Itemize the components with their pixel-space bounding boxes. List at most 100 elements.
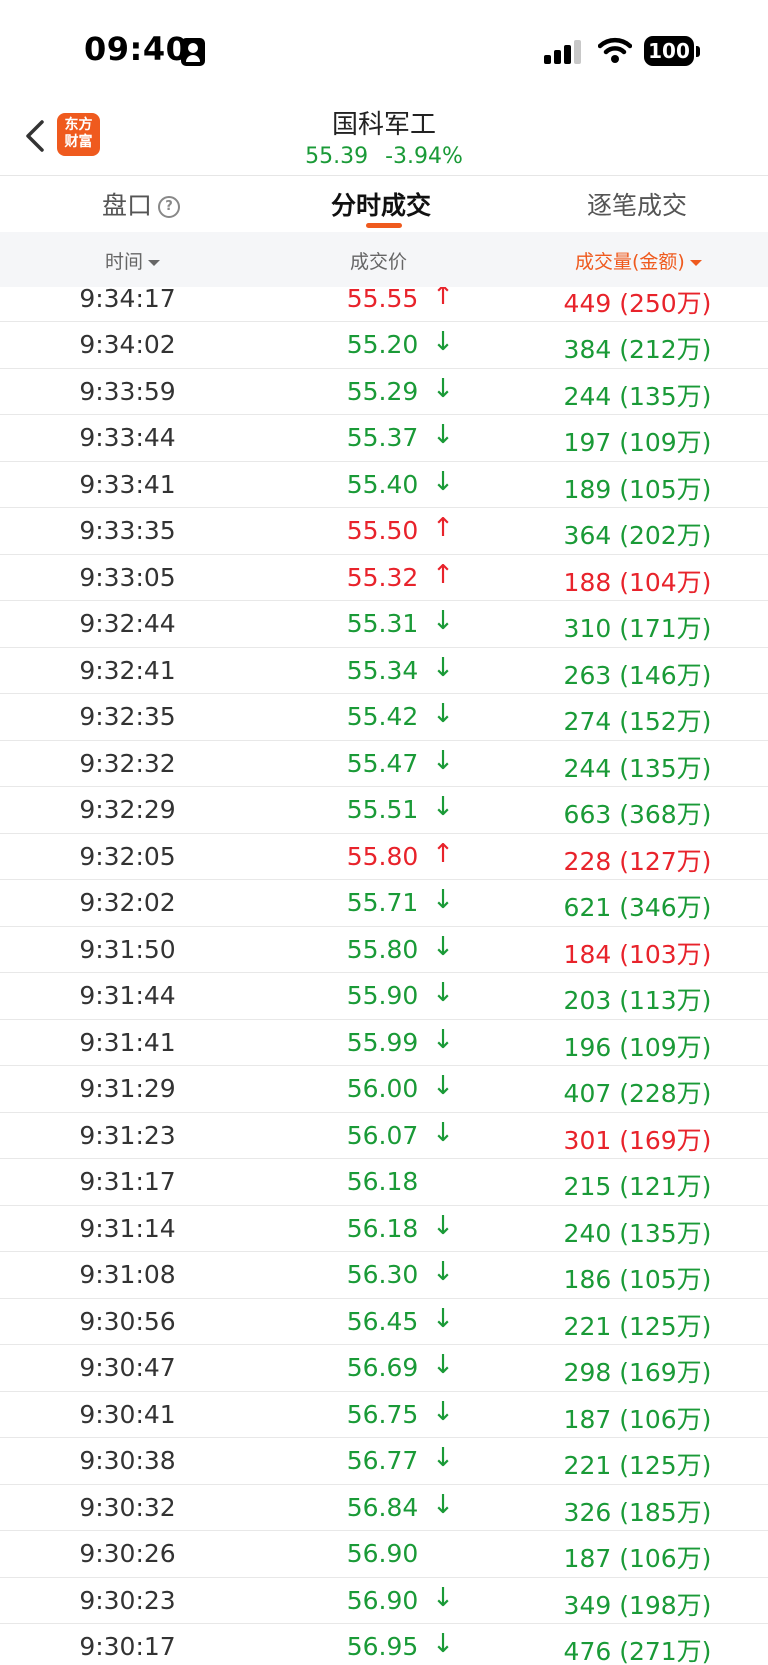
trade-volume: 326 (185万)	[563, 1497, 712, 1527]
table-row: 9:30:47 56.69 ↓ 298 (169万)	[0, 1345, 768, 1392]
arrow-down-icon: ↓	[432, 978, 454, 1008]
arrow-down-icon: ↓	[432, 885, 454, 915]
trade-time: 9:32:35	[79, 702, 176, 731]
trade-volume: 407 (228万)	[563, 1079, 712, 1108]
arrow-up-icon: ↑	[432, 287, 454, 311]
table-row: 9:34:02 55.20 ↓ 384 (212万)	[0, 322, 768, 369]
table-row: 9:31:50 55.80 ↓ 184 (103万)	[0, 927, 768, 973]
table-row: 9:32:02 55.71 ↓ 621 (346万)	[0, 880, 768, 927]
arrow-up-icon: ↑	[432, 559, 454, 590]
column-time-label: 时间	[105, 251, 144, 273]
trade-time: 9:33:35	[79, 516, 176, 545]
table-row: 9:33:35 55.50 ↑ 364 (202万)	[0, 508, 768, 555]
table-row: 9:31:41 55.99 ↓ 196 (109万)	[0, 1020, 768, 1066]
nav-bar: 东方 财富 国科军工 55.39 -3.94%	[0, 100, 768, 175]
arrow-down-icon: ↓	[432, 466, 454, 497]
trade-volume: 364 (202万)	[563, 521, 712, 550]
table-row: 9:30:26 56.90 187 (106万)	[0, 1531, 768, 1578]
table-row: 9:31:14 56.18 ↓ 240 (135万)	[0, 1206, 768, 1252]
trade-time: 9:33:59	[79, 376, 176, 406]
trade-volume: 187 (106万)	[563, 1544, 712, 1573]
table-row: 9:32:32 55.47 ↓ 244 (135万)	[0, 741, 768, 787]
trade-time: 9:31:29	[79, 1074, 176, 1103]
caret-down-icon	[148, 259, 161, 266]
table-row: 9:33:05 55.32 ↑ 188 (104万)	[0, 555, 768, 601]
arrow-down-icon: ↓	[432, 1629, 454, 1659]
arrow-down-icon: ↓	[432, 1396, 454, 1427]
trade-time: 9:34:17	[79, 287, 176, 313]
arrow-down-icon: ↓	[432, 1210, 454, 1241]
trade-time: 9:30:17	[79, 1632, 176, 1661]
trade-time: 9:30:23	[79, 1585, 176, 1615]
trade-time: 9:33:41	[79, 469, 176, 499]
trade-time: 9:32:29	[79, 795, 176, 824]
arrow-down-icon: ↓	[432, 1071, 454, 1101]
stock-price: 55.39	[305, 144, 369, 169]
trade-time: 9:32:02	[79, 888, 176, 917]
trade-time: 9:31:08	[79, 1260, 176, 1289]
trade-volume: 349 (198万)	[563, 1590, 712, 1620]
person-icon	[181, 38, 205, 66]
table-row: 9:30:32 56.84 ↓ 326 (185万)	[0, 1485, 768, 1531]
arrow-down-icon: ↓	[432, 373, 454, 404]
table-row: 9:32:29 55.51 ↓ 663 (368万)	[0, 787, 768, 834]
arrow-down-icon: ↓	[432, 1350, 454, 1380]
trade-time: 9:31:41	[79, 1027, 176, 1057]
sort-volume-button[interactable]: 成交量(金额)	[575, 247, 702, 274]
trade-volume: 196 (109万)	[563, 1032, 712, 1062]
trade-volume: 215 (121万)	[563, 1172, 712, 1201]
arrow-down-icon: ↓	[432, 1257, 454, 1287]
trade-volume: 187 (106万)	[563, 1404, 712, 1434]
stock-quote: 55.39 -3.94%	[0, 144, 768, 169]
trade-volume: 188 (104万)	[563, 567, 712, 597]
table-row: 9:31:29 56.00 ↓ 407 (228万)	[0, 1066, 768, 1113]
table-row: 9:31:44 55.90 ↓ 203 (113万)	[0, 973, 768, 1020]
tab-pankou-label: 盘口	[102, 191, 153, 220]
trade-time: 9:30:41	[79, 1399, 176, 1429]
tab-tick-trades[interactable]: 逐笔成交	[587, 186, 687, 222]
battery-level: 100	[644, 36, 694, 66]
trade-time: 9:30:47	[79, 1353, 176, 1382]
trade-list[interactable]: 9:34:17 55.55 ↑ 449 (250万) 9:34:02 55.20 ↓ 384 …	[0, 287, 768, 1665]
active-tab-indicator	[366, 223, 402, 228]
trade-volume: 228 (127万)	[563, 846, 712, 876]
table-row: 9:33:44 55.37 ↓ 197 (109万)	[0, 415, 768, 462]
table-row: 9:32:41 55.34 ↓ 263 (146万)	[0, 648, 768, 694]
trade-volume: 203 (113万)	[563, 986, 712, 1015]
arrow-down-icon: ↓	[432, 420, 454, 450]
trade-volume: 197 (109万)	[563, 428, 712, 457]
table-row: 9:32:05 55.80 ↑ 228 (127万)	[0, 834, 768, 880]
trade-time: 9:31:14	[79, 1213, 176, 1243]
arrow-up-icon: ↑	[432, 838, 454, 869]
table-row: 9:34:17 55.55 ↑ 449 (250万)	[0, 287, 768, 322]
status-time: 09:40	[84, 30, 189, 68]
table-row: 9:30:23 56.90 ↓ 349 (198万)	[0, 1578, 768, 1624]
arrow-up-icon: ↑	[432, 513, 454, 543]
tab-pankou[interactable]: 盘口?	[102, 186, 181, 222]
trade-volume: 244 (135万)	[563, 381, 712, 411]
arrow-down-icon: ↓	[432, 745, 454, 776]
signal-icon	[544, 40, 584, 64]
wifi-icon	[598, 37, 632, 63]
trade-time: 9:33:44	[79, 423, 176, 452]
table-row: 9:33:59 55.29 ↓ 244 (135万)	[0, 369, 768, 415]
trade-volume: 298 (169万)	[563, 1358, 712, 1387]
arrow-down-icon: ↓	[432, 1582, 454, 1613]
arrow-down-icon: ↓	[432, 1024, 454, 1055]
trade-time: 9:30:56	[79, 1306, 176, 1336]
tab-fenshi-trades[interactable]: 分时成交	[331, 186, 431, 222]
table-row: 9:31:23 56.07 ↓ 301 (169万)	[0, 1113, 768, 1159]
table-row: 9:30:56 56.45 ↓ 221 (125万)	[0, 1299, 768, 1345]
trade-volume: 221 (125万)	[563, 1311, 712, 1341]
arrow-down-icon: ↓	[432, 652, 454, 683]
sort-time-button[interactable]: 时间	[105, 247, 161, 274]
trade-volume: 189 (105万)	[563, 474, 712, 504]
trade-time: 9:30:32	[79, 1492, 176, 1522]
trade-time: 9:32:41	[79, 655, 176, 685]
help-icon[interactable]: ?	[158, 196, 181, 218]
trade-time: 9:31:44	[79, 981, 176, 1010]
stock-change: -3.94%	[385, 144, 463, 169]
trade-volume: 274 (152万)	[563, 707, 712, 736]
trade-volume: 244 (135万)	[563, 753, 712, 783]
table-row: 9:32:35 55.42 ↓ 274 (152万)	[0, 694, 768, 741]
